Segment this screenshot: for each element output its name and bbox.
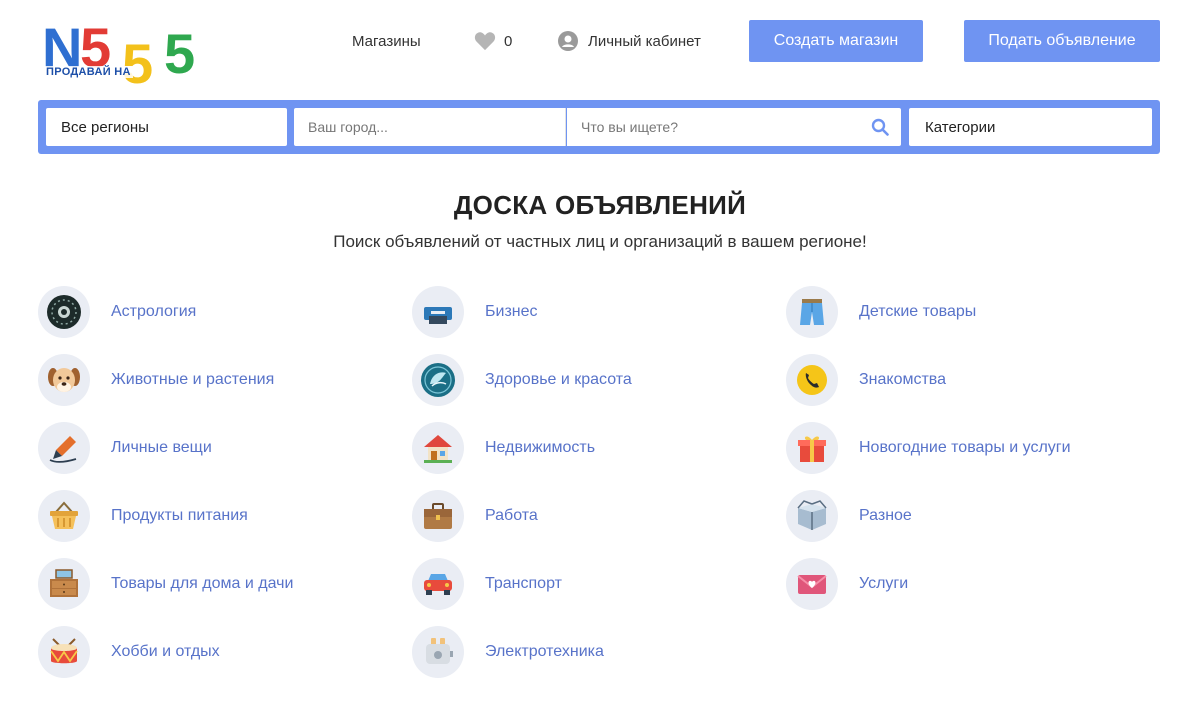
favorites-count: 0 [504,32,513,50]
gift-icon [786,422,838,474]
category-transport[interactable]: Транспорт [412,558,562,610]
nav-shops-link[interactable]: Магазины [352,32,421,52]
city-input[interactable]: Ваш город... [294,108,566,146]
category-label: Товары для дома и дачи [111,575,294,592]
category-label: Транспорт [485,575,562,592]
category-label: Бизнес [485,303,538,320]
house-icon [412,422,464,474]
pen-icon [38,422,90,474]
category-animals[interactable]: Животные и растения [38,354,274,406]
cabinet-link[interactable]: Личный кабинет [558,30,701,52]
zodiac-icon [38,286,90,338]
category-label: Здоровье и красота [485,371,632,388]
category-services[interactable]: Услуги [786,558,908,610]
user-icon [558,31,578,51]
search-input[interactable]: Что вы ищете? [567,108,901,146]
search-icon[interactable] [871,118,889,136]
site-logo[interactable]: N 5 5 5 ПРОДАВАЙ НА [40,20,220,92]
category-jobs[interactable]: Работа [412,490,538,542]
favorites-link[interactable]: 0 [474,30,512,52]
search-placeholder: Что вы ищете? [581,119,678,135]
logo-digit-2: 5 [122,32,154,95]
toaster-icon [412,626,464,678]
category-label: Электротехника [485,643,604,660]
category-dating[interactable]: Знакомства [786,354,946,406]
category-label: Услуги [859,575,909,592]
category-label: Хобби и отдых [111,643,220,660]
shorts-icon [786,286,838,338]
lotus-icon [412,354,464,406]
phone-icon [786,354,838,406]
category-label: Знакомства [859,371,947,388]
category-label: Животные и растения [111,371,275,388]
category-business[interactable]: Бизнес [412,286,538,338]
logo-digit-3: 5 [164,22,196,85]
logo-tagline: ПРОДАВАЙ НА [44,66,133,78]
category-label: Разное [859,507,912,524]
page-subtitle: Поиск объявлений от частных лиц и органи… [333,232,867,251]
create-shop-button[interactable]: Создать магазин [749,20,923,62]
category-personal[interactable]: Личные вещи [38,422,212,474]
category-label: Личные вещи [111,439,212,456]
category-newyear[interactable]: Новогодние товары и услуги [786,422,1071,474]
category-hobby[interactable]: Хобби и отдых [38,626,220,678]
category-label: Новогодние товары и услуги [859,439,1071,456]
category-realty[interactable]: Недвижимость [412,422,595,474]
post-ad-button[interactable]: Подать объявление [964,20,1160,62]
cabinet-label: Личный кабинет [588,32,701,50]
category-label: Астрология [111,303,197,320]
basket-icon [38,490,90,542]
heart-icon [474,32,496,51]
briefcase-icon [412,490,464,542]
car-icon [412,558,464,610]
box-icon [786,490,838,542]
dog-icon [38,354,90,406]
category-misc[interactable]: Разное [786,490,912,542]
page-title: ДОСКА ОБЪЯВЛЕНИЙ [453,190,747,220]
envelope-icon [786,558,838,610]
category-select[interactable]: Категории [909,108,1152,146]
category-label: Детские товары [859,303,977,320]
category-label: Продукты питания [111,507,248,524]
category-food[interactable]: Продукты питания [38,490,248,542]
region-select[interactable]: Все регионы [46,108,287,146]
category-label: Недвижимость [485,439,596,456]
dresser-icon [38,558,90,610]
drum-icon [38,626,90,678]
category-astrology[interactable]: Астрология [38,286,196,338]
category-label: Работа [485,507,538,524]
category-kids[interactable]: Детские товары [786,286,976,338]
category-health[interactable]: Здоровье и красота [412,354,632,406]
category-electronics[interactable]: Электротехника [412,626,604,678]
search-bar: Все регионы Ваш город... Что вы ищете? К… [38,100,1160,154]
printer-icon [412,286,464,338]
category-home[interactable]: Товары для дома и дачи [38,558,293,610]
